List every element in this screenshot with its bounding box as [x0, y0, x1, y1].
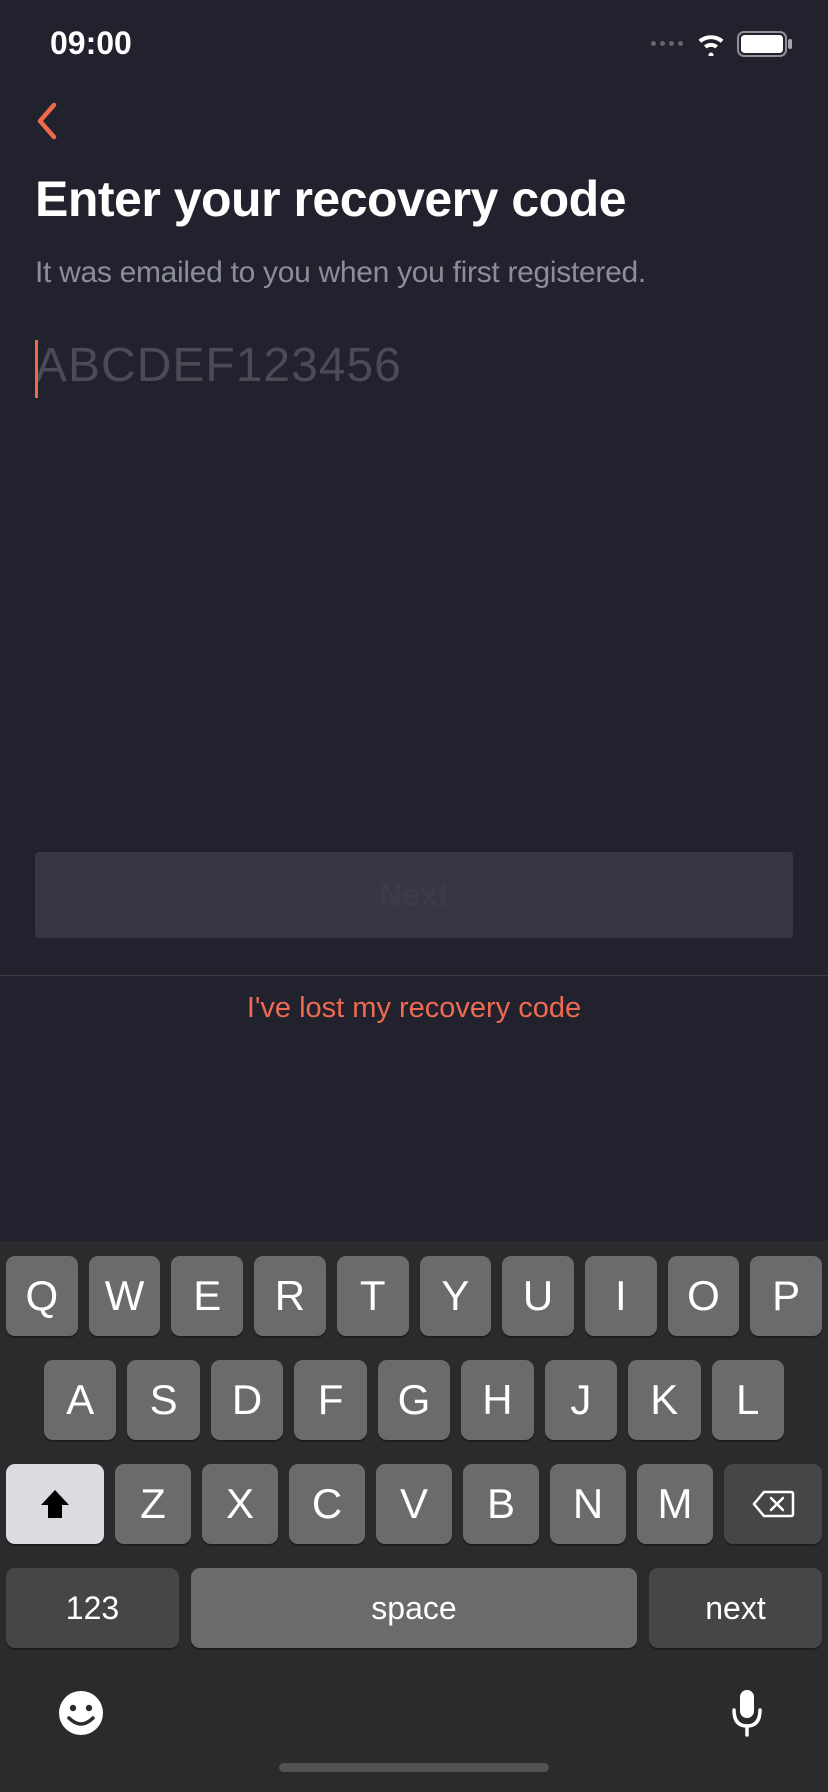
key-v[interactable]: V — [376, 1464, 452, 1544]
key-p[interactable]: P — [750, 1256, 822, 1336]
key-b[interactable]: B — [463, 1464, 539, 1544]
content-area: Enter your recovery code It was emailed … — [0, 170, 828, 393]
key-y[interactable]: Y — [420, 1256, 492, 1336]
key-l[interactable]: L — [712, 1360, 784, 1440]
key-j[interactable]: J — [545, 1360, 617, 1440]
key-e[interactable]: E — [171, 1256, 243, 1336]
wifi-icon — [695, 32, 727, 56]
key-c[interactable]: C — [289, 1464, 365, 1544]
keyboard-bottom-row — [6, 1658, 822, 1763]
keyboard: Q W E R T Y U I O P A S D F G H J K L Z … — [0, 1241, 828, 1792]
key-m[interactable]: M — [637, 1464, 713, 1544]
key-u[interactable]: U — [502, 1256, 574, 1336]
key-i[interactable]: I — [585, 1256, 657, 1336]
keyboard-next-key[interactable]: next — [649, 1568, 822, 1648]
next-button[interactable]: Next — [35, 852, 793, 938]
keyboard-row-2: A S D F G H J K L — [6, 1360, 822, 1440]
key-k[interactable]: K — [628, 1360, 700, 1440]
status-icons — [651, 31, 793, 57]
key-w[interactable]: W — [89, 1256, 161, 1336]
home-indicator[interactable] — [279, 1763, 549, 1772]
page-title: Enter your recovery code — [35, 170, 793, 228]
keyboard-row-3: Z X C V B N M — [6, 1464, 822, 1544]
input-wrapper — [35, 338, 793, 393]
nav-bar — [0, 72, 828, 170]
lost-code-link[interactable]: I've lost my recovery code — [0, 992, 828, 1025]
status-bar: 09:00 — [0, 0, 828, 72]
key-q[interactable]: Q — [6, 1256, 78, 1336]
key-z[interactable]: Z — [115, 1464, 191, 1544]
key-n[interactable]: N — [550, 1464, 626, 1544]
key-x[interactable]: X — [202, 1464, 278, 1544]
mic-icon[interactable] — [722, 1688, 772, 1738]
key-h[interactable]: H — [461, 1360, 533, 1440]
key-o[interactable]: O — [668, 1256, 740, 1336]
divider — [0, 975, 828, 976]
back-button[interactable] — [35, 102, 793, 140]
key-d[interactable]: D — [211, 1360, 283, 1440]
backspace-key[interactable] — [724, 1464, 822, 1544]
key-r[interactable]: R — [254, 1256, 326, 1336]
emoji-icon[interactable] — [56, 1688, 106, 1738]
battery-icon — [737, 31, 793, 57]
key-s[interactable]: S — [127, 1360, 199, 1440]
key-a[interactable]: A — [44, 1360, 116, 1440]
recovery-code-input[interactable] — [35, 338, 793, 393]
key-f[interactable]: F — [294, 1360, 366, 1440]
text-cursor — [35, 340, 38, 398]
status-time: 09:00 — [50, 25, 132, 62]
keyboard-row-4: 123 space next — [6, 1568, 822, 1648]
signal-dots-icon — [651, 41, 683, 46]
key-g[interactable]: G — [378, 1360, 450, 1440]
shift-key[interactable] — [6, 1464, 104, 1544]
keyboard-row-1: Q W E R T Y U I O P — [6, 1256, 822, 1336]
numeric-key[interactable]: 123 — [6, 1568, 179, 1648]
space-key[interactable]: space — [191, 1568, 637, 1648]
key-t[interactable]: T — [337, 1256, 409, 1336]
page-subtitle: It was emailed to you when you first reg… — [35, 256, 793, 290]
